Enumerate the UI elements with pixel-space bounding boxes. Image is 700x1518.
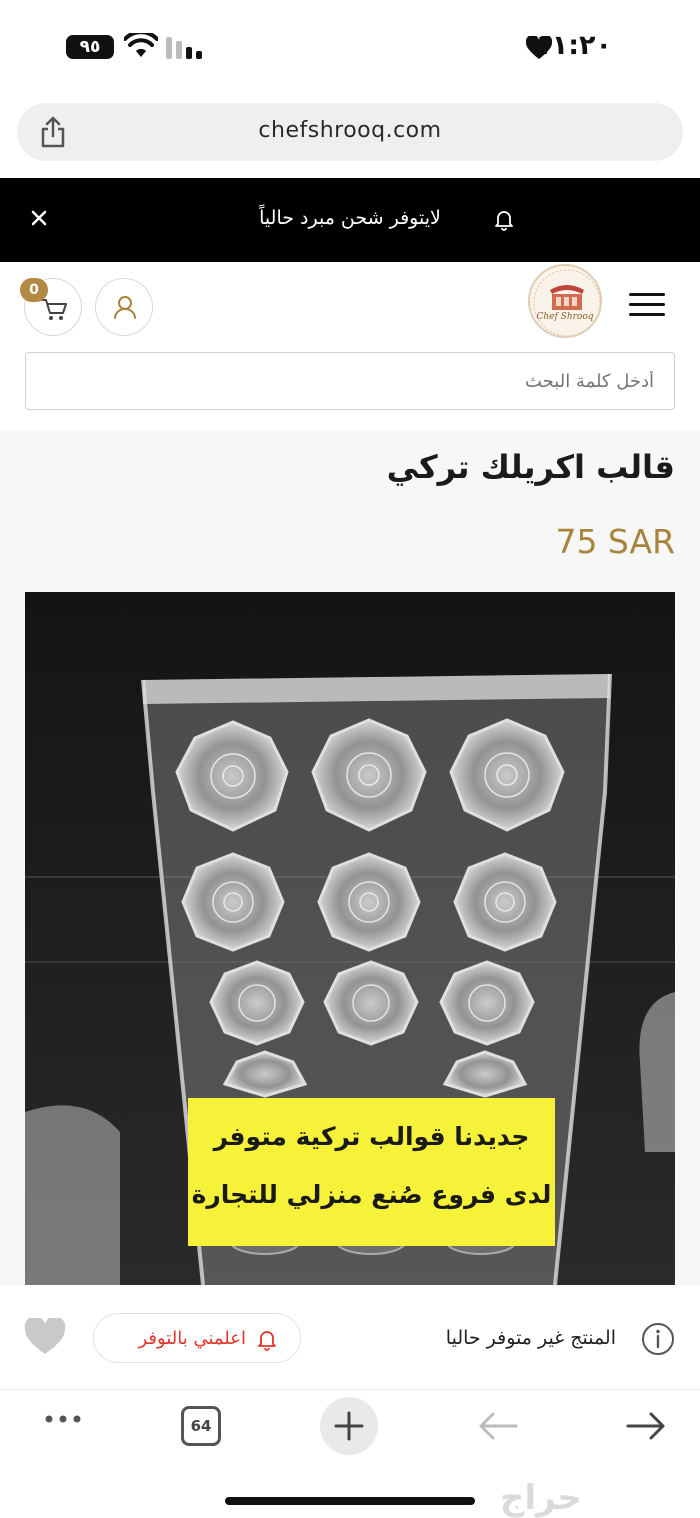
logo-text: Chef Shrooq (536, 312, 594, 322)
new-tab-button[interactable] (320, 1397, 378, 1455)
image-caption-line2: لدى فروع صُنع منزلي للتجارة (191, 1180, 552, 1209)
cellular-signal-icon (166, 37, 202, 59)
notify-when-available-button[interactable]: اعلمني بالتوفر (93, 1313, 301, 1363)
site-header: Chef Shrooq (0, 262, 700, 352)
home-indicator (225, 1497, 475, 1505)
announcement-text: لايتوفر شحن مبرد حالياً (259, 207, 441, 229)
plus-icon (334, 1411, 364, 1441)
hamburger-menu-icon[interactable] (629, 292, 665, 318)
url-text: chefshrooq.com (258, 118, 442, 143)
battery-indicator: ٩٥ (66, 35, 114, 59)
image-caption-line1: جديدنا قوالب تركية متوفر (213, 1122, 530, 1151)
product-price: 75 SAR (555, 522, 675, 561)
info-icon (642, 1323, 674, 1355)
wifi-icon (124, 33, 158, 57)
site-logo[interactable]: Chef Shrooq (528, 264, 602, 338)
clock: ١١:٢٠ (535, 30, 612, 61)
availability-bar: المنتج غير متوفر حاليا اعلمني بالتوفر (0, 1285, 700, 1390)
bell-icon (495, 211, 513, 231)
product-image[interactable]: جديدنا قوالب تركية متوفر لدى فروع صُنع م… (25, 592, 675, 1285)
back-arrow-icon[interactable] (478, 1411, 518, 1441)
haraj-watermark: حراج (500, 1478, 582, 1518)
account-button[interactable] (95, 278, 153, 336)
search-input[interactable] (25, 352, 675, 410)
product-section: قالب اكريلك تركي 75 SAR جديدنا قوالب ترك… (0, 430, 700, 1285)
tabs-button[interactable]: 64 (181, 1406, 221, 1446)
user-icon (114, 296, 136, 319)
address-bar[interactable]: chefshrooq.com (17, 103, 683, 161)
status-bar: ٩٥ ١١:٢٠ (0, 0, 700, 95)
announcement-bar: لايتوفر شحن مبرد حالياً (0, 178, 700, 262)
cart-count-badge: 0 (20, 278, 48, 302)
logo-emblem-icon (533, 269, 600, 336)
more-options-icon[interactable] (44, 1413, 82, 1425)
forward-arrow-icon[interactable] (626, 1411, 666, 1441)
product-title: قالب اكريلك تركي (386, 448, 675, 486)
notify-button-label: اعلمني بالتوفر (138, 1328, 246, 1349)
wishlist-heart-icon[interactable] (24, 1318, 66, 1356)
bell-icon (258, 1331, 276, 1351)
availability-status: المنتج غير متوفر حاليا (445, 1327, 616, 1349)
